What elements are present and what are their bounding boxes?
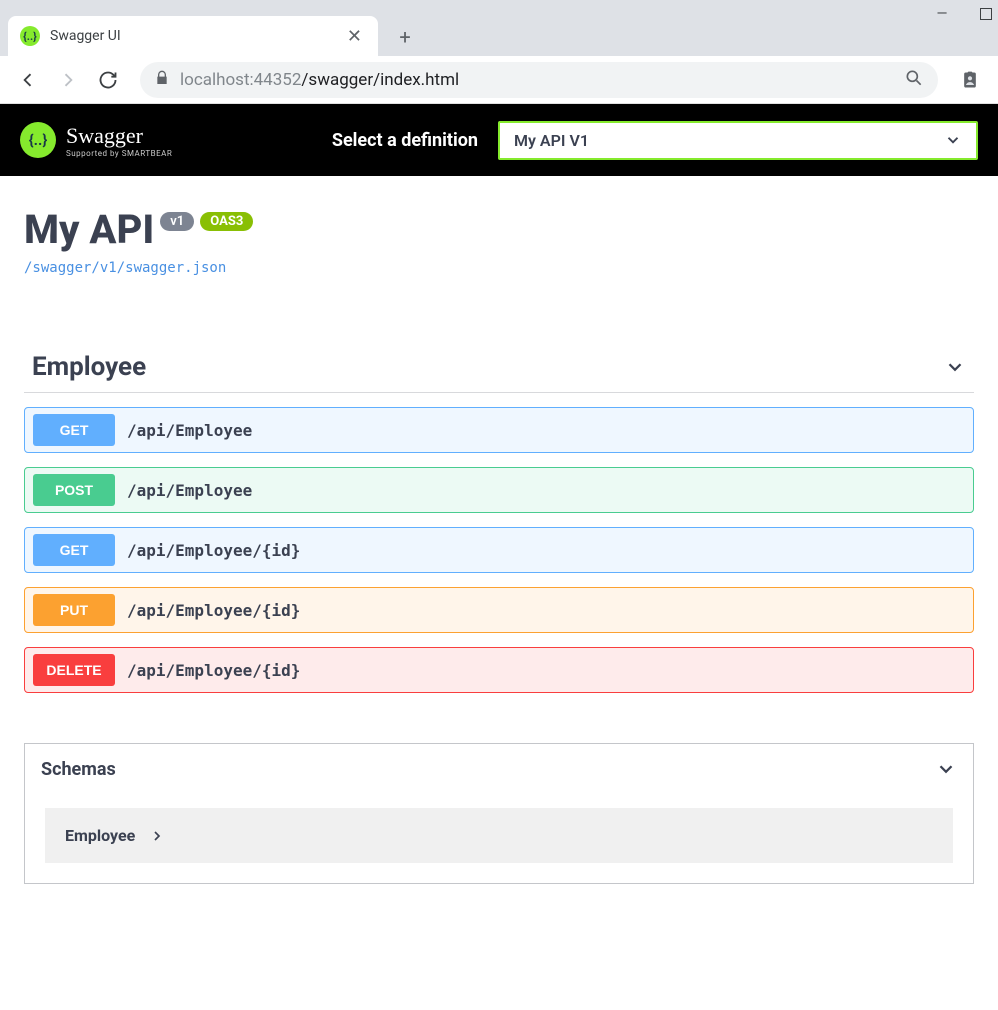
operation-row[interactable]: DELETE/api/Employee/{id}	[24, 647, 974, 693]
swagger-topbar: {..} Swagger Supported by SMARTBEAR Sele…	[0, 104, 998, 176]
window-controls: —	[934, 6, 992, 22]
schemas-header[interactable]: Schemas	[25, 744, 973, 794]
oas-badge: OAS3	[200, 212, 253, 231]
brand-sub: Supported by SMARTBEAR	[66, 149, 172, 158]
operation-row[interactable]: POST/api/Employee	[24, 467, 974, 513]
http-method-badge: GET	[33, 414, 115, 446]
chevron-right-icon	[149, 828, 165, 844]
endpoint-path: /api/Employee/{id}	[127, 541, 300, 560]
http-method-badge: DELETE	[33, 654, 115, 686]
profile-icon[interactable]	[954, 64, 986, 96]
browser-chrome: {..} Swagger UI ✕ + — localhost:44352/sw…	[0, 0, 998, 104]
forward-button[interactable]	[52, 64, 84, 96]
http-method-badge: PUT	[33, 594, 115, 626]
lock-icon	[154, 70, 170, 90]
search-icon[interactable]	[904, 68, 924, 92]
url-bar[interactable]: localhost:44352/swagger/index.html	[140, 62, 938, 98]
url-text: localhost:44352/swagger/index.html	[180, 70, 459, 90]
http-method-badge: GET	[33, 534, 115, 566]
endpoint-path: /api/Employee/{id}	[127, 601, 300, 620]
swagger-content: My API v1 OAS3 /swagger/v1/swagger.json …	[0, 176, 998, 914]
brand-name: Swagger	[66, 123, 172, 149]
endpoint-path: /api/Employee	[127, 421, 252, 440]
endpoint-path: /api/Employee/{id}	[127, 661, 300, 680]
browser-toolbar: localhost:44352/swagger/index.html	[0, 56, 998, 104]
back-button[interactable]	[12, 64, 44, 96]
chevron-down-icon	[944, 131, 962, 149]
swagger-logo-icon: {..}	[20, 122, 56, 158]
browser-tab[interactable]: {..} Swagger UI ✕	[8, 16, 378, 56]
swagger-favicon-icon: {..}	[20, 26, 40, 46]
operation-row[interactable]: PUT/api/Employee/{id}	[24, 587, 974, 633]
tag-section: Employee GET/api/EmployeePOST/api/Employ…	[24, 346, 974, 693]
maximize-icon[interactable]	[980, 8, 992, 20]
operation-row[interactable]: GET/api/Employee/{id}	[24, 527, 974, 573]
tab-strip: {..} Swagger UI ✕ + —	[0, 0, 998, 56]
tab-title: Swagger UI	[50, 28, 333, 44]
schema-item[interactable]: Employee	[45, 808, 953, 863]
definition-select[interactable]: My API V1	[498, 121, 978, 160]
api-title: My API	[24, 206, 154, 253]
definition-label: Select a definition	[332, 130, 478, 151]
schemas-section: Schemas Employee	[24, 743, 974, 884]
operation-row[interactable]: GET/api/Employee	[24, 407, 974, 453]
chevron-down-icon	[935, 758, 957, 780]
schema-name: Employee	[65, 826, 135, 845]
reload-button[interactable]	[92, 64, 124, 96]
http-method-badge: POST	[33, 474, 115, 506]
api-header: My API v1 OAS3	[24, 206, 974, 253]
close-tab-icon[interactable]: ✕	[343, 26, 366, 47]
api-version-badge: v1	[160, 212, 194, 231]
minimize-icon[interactable]: —	[934, 6, 950, 22]
tag-name: Employee	[32, 352, 146, 382]
endpoint-path: /api/Employee	[127, 481, 252, 500]
operations-list: GET/api/EmployeePOST/api/EmployeeGET/api…	[24, 407, 974, 693]
schemas-title: Schemas	[41, 759, 116, 780]
new-tab-button[interactable]: +	[390, 22, 420, 52]
chevron-down-icon	[944, 356, 966, 378]
spec-link[interactable]: /swagger/v1/swagger.json	[24, 260, 226, 276]
tag-header[interactable]: Employee	[24, 346, 974, 393]
schemas-body: Employee	[25, 794, 973, 883]
definition-selected: My API V1	[514, 131, 589, 150]
swagger-logo[interactable]: {..} Swagger Supported by SMARTBEAR	[20, 122, 172, 158]
